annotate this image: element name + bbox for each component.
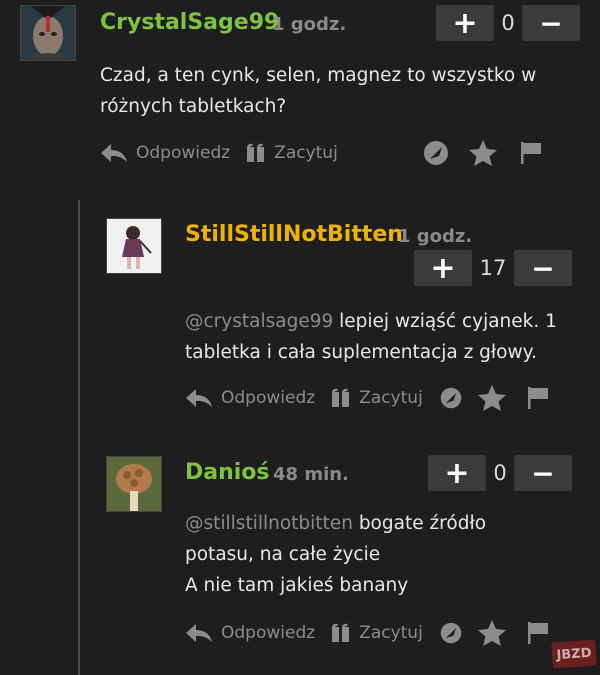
reply-button[interactable]: Odpowiedz [185,622,315,644]
reaction-button[interactable] [422,139,450,167]
star-icon [468,140,497,166]
star-icon [477,620,506,646]
username[interactable]: Danioś [185,460,270,485]
upvote-button[interactable]: + [428,455,486,491]
downvote-button[interactable]: − [522,5,580,41]
vote-score: 17 [479,256,507,280]
favorite-button[interactable] [468,139,498,167]
report-button[interactable] [527,386,549,410]
avatar[interactable] [20,5,76,61]
comment-text: @crystalsage99 lepiej wziąść cyjanek. 1 … [185,306,557,368]
upvote-button[interactable]: + [436,5,494,41]
comment-text-line: A nie tam jakieś banany [185,575,409,596]
vote-score: 0 [493,461,507,485]
report-button[interactable] [527,621,549,645]
quote-icon [332,623,350,642]
comment-text-part: lepiej wziąść cyjanek. 1 [339,311,557,332]
comment-text-line: potasu, na całe życie [185,544,381,565]
flag-icon [520,142,541,164]
avatar[interactable] [106,456,162,512]
quote-label: Zacytuj [274,143,338,163]
report-button[interactable] [520,141,542,165]
comment-text: @stillstillnotbitten bogate źródło potas… [185,508,486,601]
downvote-button[interactable]: − [514,455,572,491]
comment-text-line: tabletka i cała suplementacja z głowy. [185,342,537,363]
comment-text-line: @crystalsage99 lepiej wziąść cyjanek. 1 [185,306,557,337]
vote-box: + 0 − [436,5,580,41]
comment-text: Czad, a ten cynk, selen, magnez to wszys… [100,60,536,122]
reply-icon [186,389,212,407]
quote-button[interactable]: Zacytuj [331,388,423,408]
thread-line [78,200,80,675]
comment-text-line: Czad, a ten cynk, selen, magnez to wszys… [100,65,537,86]
quote-icon [247,143,265,162]
favorite-button[interactable] [477,619,507,647]
comment-actions: Odpowiedz Zacytuj [185,619,549,647]
quote-label: Zacytuj [359,388,423,408]
user-mention[interactable]: @crystalsage99 [185,311,333,332]
user-mention[interactable]: @stillstillnotbitten [185,513,353,534]
username[interactable]: CrystalSage99 [100,10,279,35]
comment-time: 48 min. [273,464,349,485]
site-watermark: JBZD [551,639,597,669]
reply-label: Odpowiedz [136,143,231,163]
reply-button[interactable]: Odpowiedz [100,142,230,164]
upvote-button[interactable]: + [414,250,472,286]
comment-actions: Odpowiedz Zacytuj [100,139,542,167]
star-icon [477,385,506,411]
quote-button[interactable]: Zacytuj [246,143,338,163]
reaction-button[interactable] [439,621,463,645]
reaction-button[interactable] [439,386,463,410]
comment-text-line: @stillstillnotbitten bogate źródło [185,508,486,539]
comment-text-part: bogate źródło [358,513,487,534]
favorite-button[interactable] [477,384,507,412]
compass-icon [440,622,462,644]
quote-icon [332,388,350,407]
username[interactable]: StillStillNotBitten [185,222,403,247]
comment-time: 1 godz. [272,14,347,35]
quote-button[interactable]: Zacytuj [331,623,423,643]
comment-time: 1 godz. [398,226,473,247]
flag-icon [527,387,548,409]
downvote-button[interactable]: − [514,250,572,286]
compass-icon [423,141,448,165]
reply-button[interactable]: Odpowiedz [185,387,315,409]
vote-box: + 17 − [414,250,572,286]
reply-label: Odpowiedz [221,388,316,408]
comment-text-line: różnych tabletkach? [100,96,287,117]
avatar[interactable] [106,218,162,274]
vote-box: + 0 − [428,455,572,491]
flag-icon [527,622,548,644]
vote-score: 0 [501,11,515,35]
reply-label: Odpowiedz [221,623,316,643]
comment-actions: Odpowiedz Zacytuj [185,384,549,412]
quote-label: Zacytuj [359,623,423,643]
compass-icon [440,387,462,409]
reply-icon [101,144,127,162]
reply-icon [186,624,212,642]
